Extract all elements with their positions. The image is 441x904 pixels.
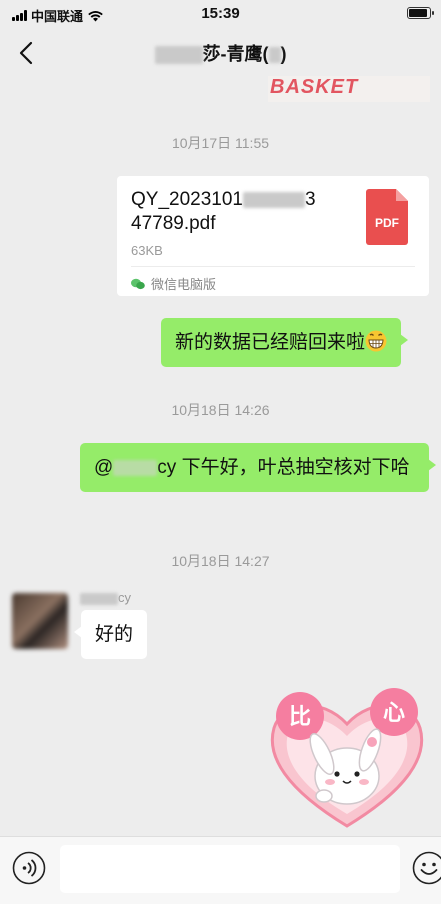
message-input[interactable] — [60, 845, 400, 893]
back-arrow-icon[interactable] — [12, 38, 42, 68]
chat-title: 莎-青鹰() — [60, 40, 381, 66]
chat-title-end: ) — [280, 44, 287, 64]
file-name-part: 47789.pdf — [131, 213, 216, 234]
status-bar: 中国联通 15:39 — [0, 0, 441, 28]
message-text: 好的 — [95, 624, 134, 645]
sticker-word: 比 — [289, 705, 311, 730]
message-text: 新的数据已经赔回来啦 — [175, 332, 366, 353]
pdf-file-icon: PDF — [366, 189, 408, 245]
sticker-text: BASKET — [270, 76, 359, 98]
input-bar — [0, 836, 441, 904]
sticker-partial[interactable]: BASKET — [268, 76, 430, 102]
grin-emoji-icon — [365, 330, 387, 352]
divider — [131, 266, 415, 267]
sender-name: cy — [80, 590, 131, 605]
message-text: cy 下午好，叶总抽空核对下哈 — [157, 457, 410, 478]
redacted-mention — [113, 459, 158, 476]
my-message-bubble[interactable]: @ cy 下午好，叶总抽空核对下哈 — [80, 443, 436, 492]
battery-icon — [407, 7, 434, 19]
file-size: 63KB — [131, 243, 163, 258]
file-source-label: 微信电脑版 — [151, 277, 217, 292]
avatar[interactable] — [12, 593, 68, 649]
heart-bunny-sticker[interactable]: 比 心 — [266, 684, 428, 832]
redacted-filename — [243, 191, 305, 208]
other-message-bubble[interactable]: 好的 — [73, 610, 148, 659]
redacted-name — [154, 46, 203, 65]
clock: 15:39 — [201, 5, 240, 22]
file-source: 微信电脑版 — [131, 274, 216, 293]
status-right — [407, 7, 434, 19]
file-name: QY_2023101 3 47789.pdf — [131, 188, 351, 236]
file-name-part: QY_2023101 — [131, 189, 243, 210]
chat-title-text: 莎-青鹰( — [202, 44, 269, 64]
sender-name-text: cy — [118, 590, 131, 605]
file-name-part: 3 — [305, 189, 316, 210]
pdf-icon-label: PDF — [375, 216, 399, 230]
my-message-bubble[interactable]: 新的数据已经赔回来啦 — [161, 318, 409, 367]
timestamp: 10月18日 14:26 — [171, 402, 270, 418]
redacted-name — [268, 47, 281, 64]
file-message-card[interactable]: QY_2023101 3 47789.pdf 63KB PDF 微信电脑版 — [117, 176, 429, 296]
wechat-pc-icon — [131, 278, 145, 289]
sticker-word: 心 — [383, 701, 405, 726]
emoji-icon[interactable] — [412, 851, 441, 885]
redacted-sender — [80, 592, 118, 605]
nav-bar: 莎-青鹰() — [0, 28, 441, 78]
mention-at: @ — [94, 457, 114, 478]
timestamp: 10月18日 14:27 — [171, 553, 270, 569]
voice-input-icon[interactable] — [12, 851, 46, 885]
timestamp: 10月17日 11:55 — [171, 135, 270, 151]
